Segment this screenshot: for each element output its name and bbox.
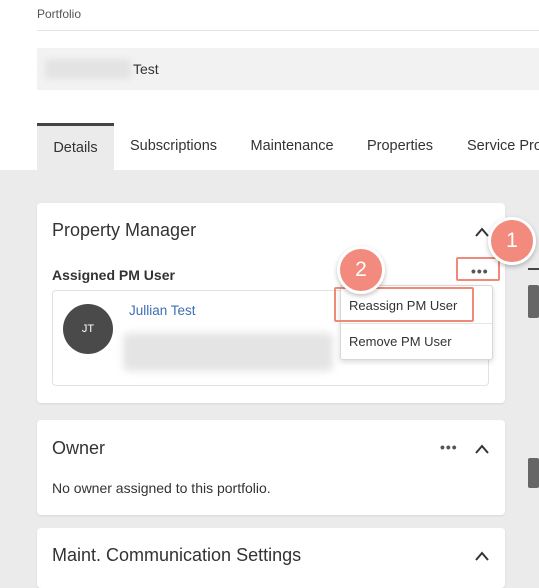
more-options-icon[interactable]: ••• bbox=[440, 439, 458, 455]
divider bbox=[37, 30, 539, 31]
pm-user-link[interactable]: Jullian Test bbox=[129, 303, 196, 318]
card-title: Property Manager bbox=[52, 220, 197, 240]
tab-service-pro[interactable]: Service Pro bbox=[449, 123, 539, 170]
owner-empty-message: No owner assigned to this portfolio. bbox=[52, 480, 271, 496]
assigned-pm-label: Assigned PM User bbox=[52, 267, 175, 283]
highlight-box bbox=[456, 257, 500, 281]
callout-badge: 1 bbox=[488, 217, 536, 265]
divider bbox=[341, 323, 492, 324]
avatar: JT bbox=[63, 304, 113, 354]
callout-badge: 2 bbox=[337, 246, 385, 294]
card-title: Owner bbox=[52, 438, 106, 458]
chevron-up-icon[interactable] bbox=[474, 443, 490, 455]
tab-maintenance[interactable]: Maintenance bbox=[233, 123, 351, 170]
divider bbox=[528, 268, 539, 270]
offscreen-button[interactable] bbox=[528, 285, 539, 318]
details-panel: Property Manager Assigned PM User ••• JT… bbox=[0, 170, 539, 588]
breadcrumb[interactable]: Portfolio bbox=[37, 7, 81, 21]
portfolio-header: Portfolio Test Details Subscriptions Mai… bbox=[0, 0, 539, 170]
card-title: Maint. Communication Settings bbox=[52, 545, 302, 565]
maint-communication-card: Maint. Communication Settings bbox=[37, 528, 505, 588]
tab-bar: Details Subscriptions Maintenance Proper… bbox=[37, 123, 539, 170]
offscreen-button[interactable] bbox=[528, 458, 539, 488]
portfolio-name: Test bbox=[133, 61, 159, 77]
tab-details[interactable]: Details bbox=[37, 123, 114, 170]
remove-pm-user-item[interactable]: Remove PM User bbox=[349, 334, 452, 349]
tab-subscriptions[interactable]: Subscriptions bbox=[114, 123, 233, 170]
tab-properties[interactable]: Properties bbox=[351, 123, 449, 170]
portfolio-name-bar: Test bbox=[37, 48, 539, 90]
owner-card: Owner ••• No owner assigned to this port… bbox=[37, 420, 505, 515]
chevron-up-icon[interactable] bbox=[474, 550, 490, 562]
redacted-text bbox=[45, 59, 131, 79]
redacted-text bbox=[123, 333, 333, 371]
